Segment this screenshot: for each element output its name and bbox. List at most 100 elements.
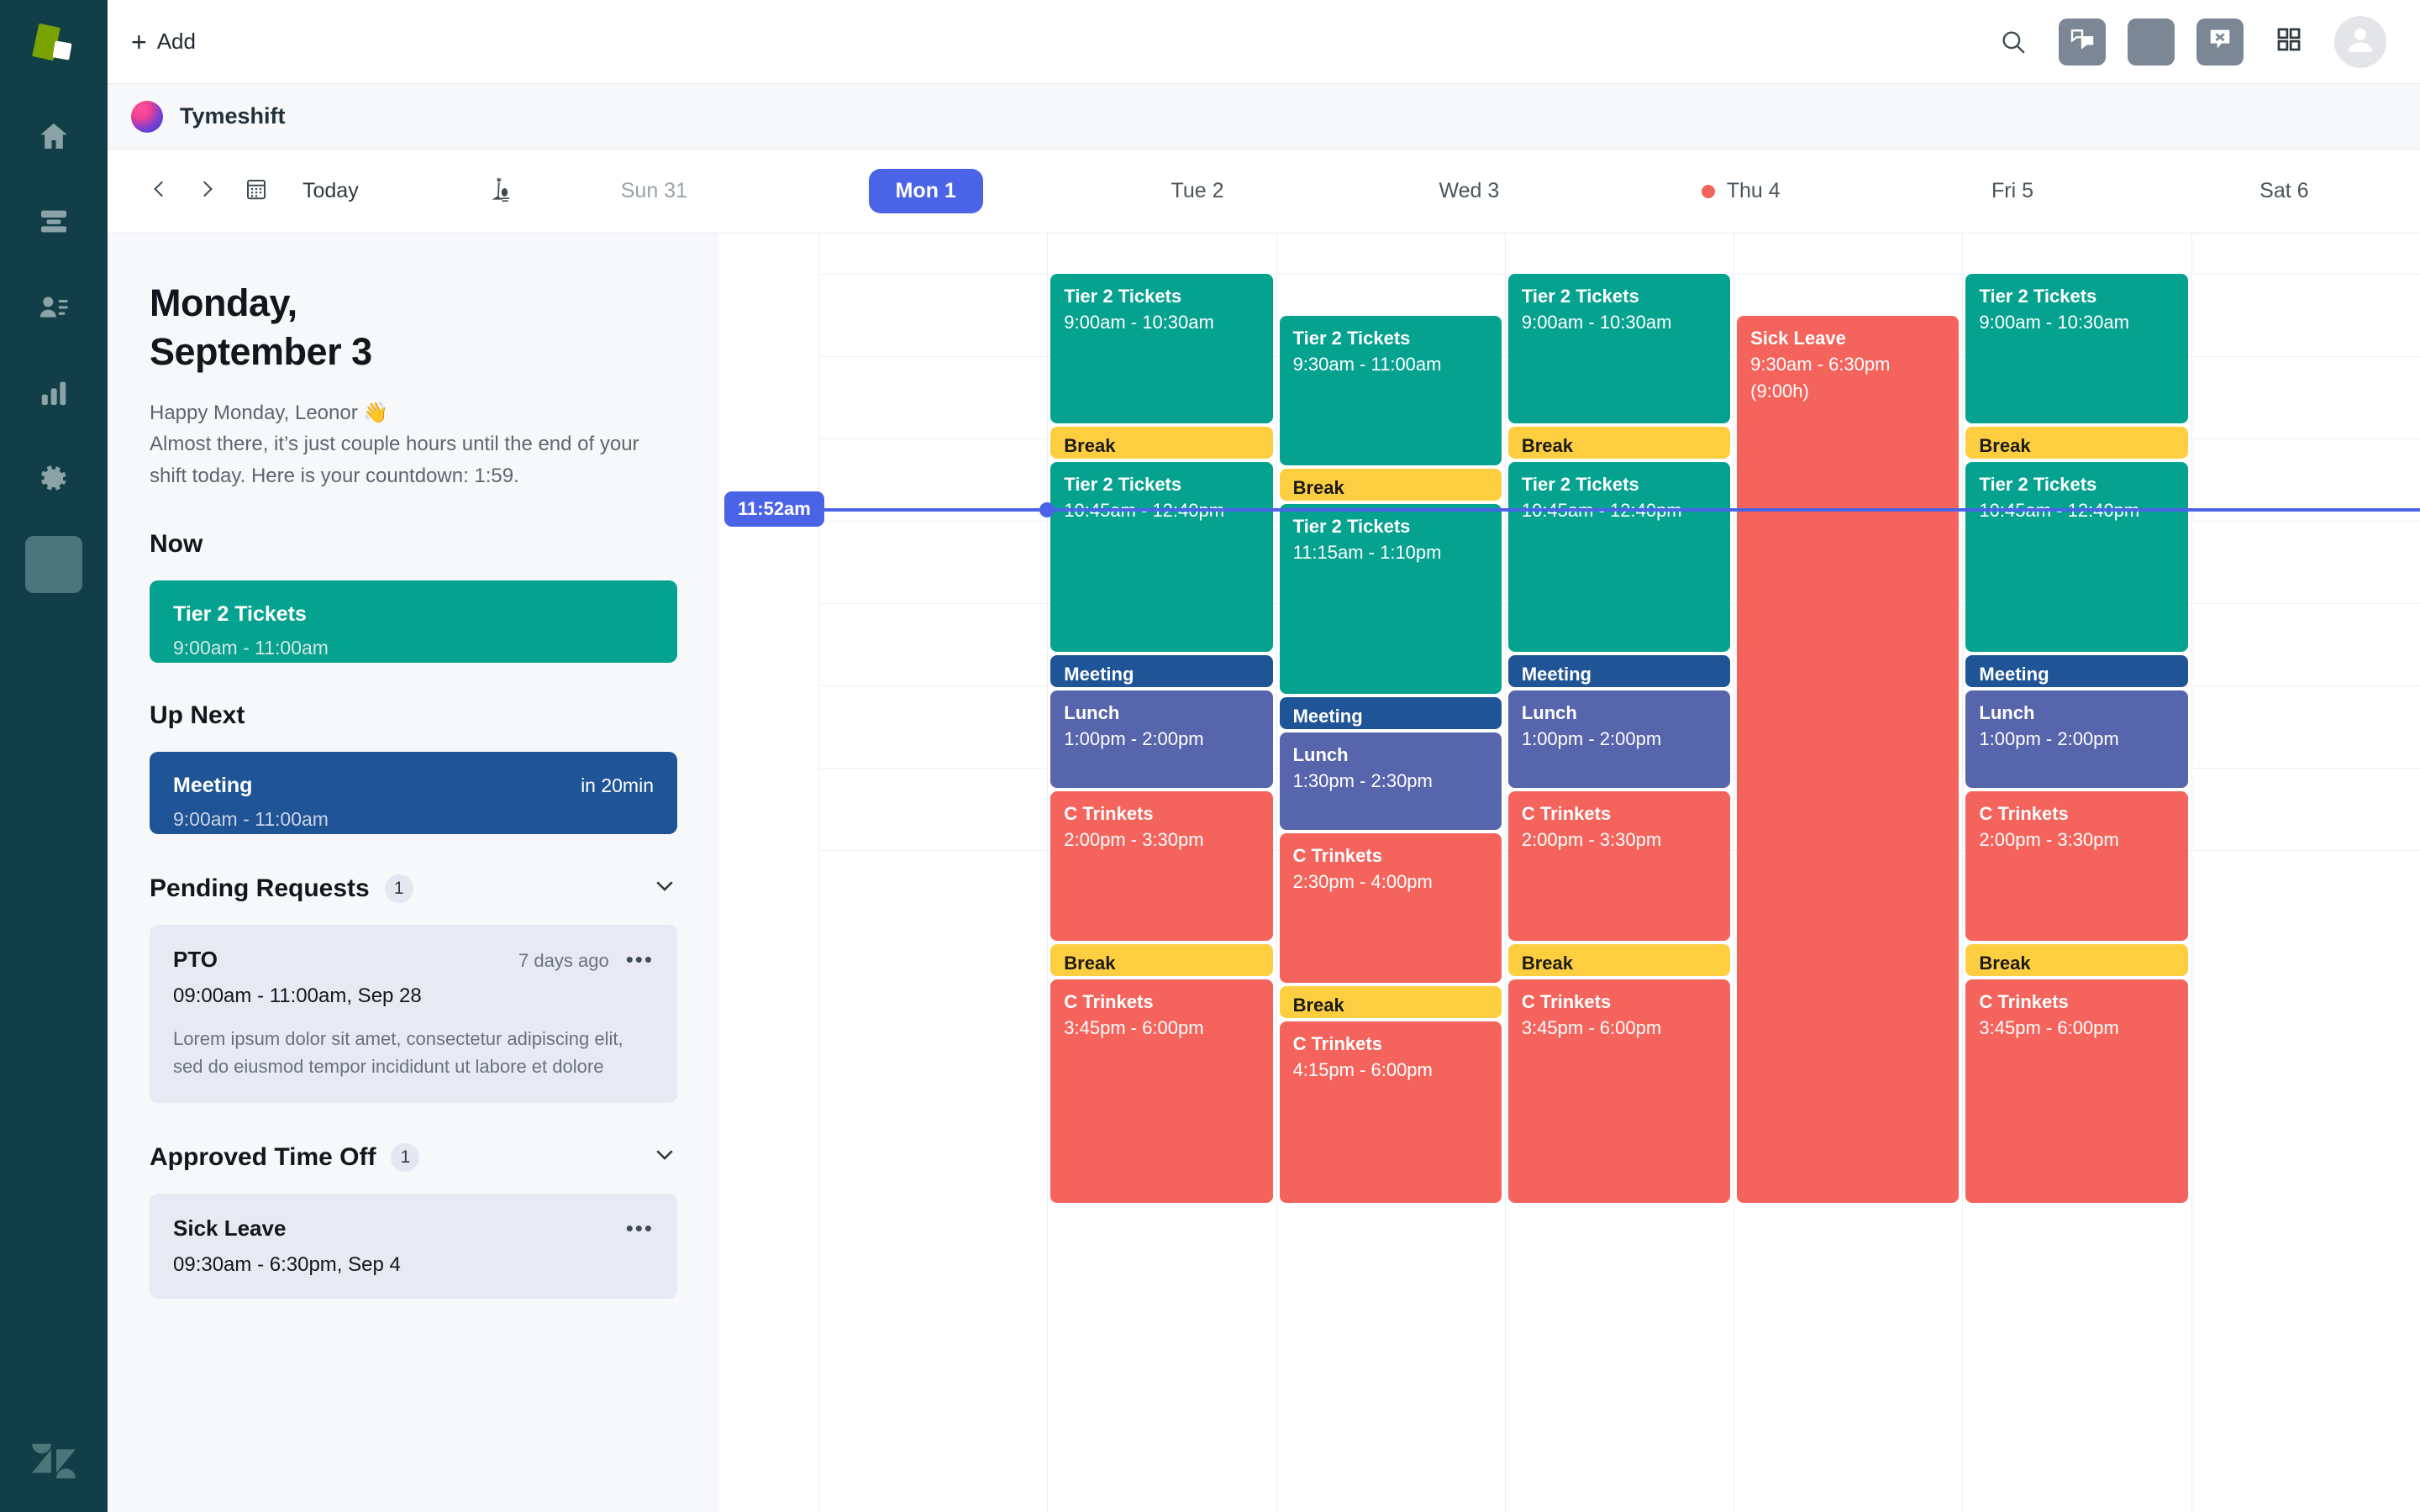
upnext-section-title: Up Next — [150, 701, 677, 730]
day-tab-wed-3[interactable]: Wed 3 — [1334, 167, 1605, 216]
calendar-event[interactable]: Break — [1050, 944, 1272, 976]
day-tab-label: Wed 3 — [1439, 179, 1499, 203]
calendar-event[interactable]: Tier 2 Tickets10:45am - 12:40pm — [1508, 462, 1730, 652]
pending-requests-header[interactable]: Pending Requests 1 — [150, 873, 677, 905]
calendar-event[interactable]: Lunch1:00pm - 2:00pm — [1050, 690, 1272, 788]
day-tab-fri-5[interactable]: Fri 5 — [1876, 167, 2148, 216]
event-title: Meeting — [1064, 664, 1259, 685]
day-tab-sat-6[interactable]: Sat 6 — [2149, 167, 2420, 216]
day-column-tue-2[interactable]: Tier 2 Tickets9:30am - 11:00amBreakTier … — [1276, 234, 1505, 1512]
add-button-label: Add — [157, 29, 196, 55]
calendar-event[interactable]: Tier 2 Tickets10:45am - 12:40pm — [1050, 462, 1272, 652]
calendar-event[interactable]: Break — [1508, 944, 1730, 976]
calendar-event[interactable]: Meeting — [1050, 655, 1272, 687]
calendar-event[interactable]: C Trinkets2:00pm - 3:30pm — [1965, 791, 2187, 941]
calendar-event[interactable]: Break — [1508, 427, 1730, 459]
event-title: Tier 2 Tickets — [1522, 286, 1717, 307]
sidebar-item-tymeshift[interactable] — [25, 536, 82, 593]
calendar-event[interactable]: Meeting — [1280, 697, 1502, 729]
calendar-event[interactable]: Tier 2 Tickets9:00am - 10:30am — [1965, 274, 2187, 423]
day-tab-tue-2[interactable]: Tue 2 — [1061, 167, 1333, 216]
pending-request-item[interactable]: PTO 7 days ago ••• 09:00am - 11:00am, Se… — [150, 925, 677, 1103]
event-title: C Trinkets — [1979, 803, 2174, 825]
calendar-event[interactable]: Break — [1050, 427, 1272, 459]
request-age: 7 days ago — [518, 950, 609, 972]
vacation-filter-button[interactable] — [481, 172, 518, 211]
calendar-event[interactable]: Lunch1:00pm - 2:00pm — [1508, 690, 1730, 788]
calendar-event[interactable]: Tier 2 Tickets11:15am - 1:10pm — [1280, 504, 1502, 694]
tymeshift-app-button[interactable] — [2128, 18, 2175, 66]
day-column-fri-5[interactable]: Tier 2 Tickets9:00am - 10:30amBreakTier … — [1962, 234, 2191, 1512]
calendar-event[interactable]: Meeting — [1508, 655, 1730, 687]
chevron-down-icon[interactable] — [652, 1142, 677, 1173]
main-area: + Add — [108, 0, 2420, 1512]
sidebar-item-reporting[interactable] — [25, 365, 82, 422]
day-column-sun-31[interactable] — [818, 234, 1047, 1512]
calendar-event[interactable]: C Trinkets3:45pm - 6:00pm — [1050, 979, 1272, 1203]
zendesk-logo-icon — [30, 22, 77, 69]
calendar-event[interactable]: Break — [1965, 427, 2187, 459]
calendar-event[interactable]: Sick Leave9:30am - 6:30pm(9:00h) — [1737, 316, 1959, 1203]
week-calendar[interactable]: 9am10am11am12pm1pm2pm3pm4pmTier 2 Ticket… — [719, 234, 2420, 1512]
approved-timeoff-item[interactable]: Sick Leave ••• 09:30am - 6:30pm, Sep 4 — [150, 1194, 677, 1299]
plus-icon: + — [131, 29, 147, 55]
request-description: Lorem ipsum dolor sit amet, consectetur … — [173, 1025, 654, 1081]
calendar-event[interactable]: C Trinkets4:15pm - 6:00pm — [1280, 1021, 1502, 1203]
day-column-thu-4[interactable]: Sick Leave9:30am - 6:30pm(9:00h) — [1733, 234, 1962, 1512]
event-title: Break — [1522, 435, 1717, 457]
calendar-icon — [244, 176, 269, 207]
search-icon[interactable] — [1990, 18, 2037, 66]
event-time: 9:30am - 11:00am — [1293, 353, 1488, 376]
calendar-event[interactable]: C Trinkets2:00pm - 3:30pm — [1050, 791, 1272, 941]
calendar-event[interactable]: C Trinkets3:45pm - 6:00pm — [1508, 979, 1730, 1203]
sidebar-item-views[interactable] — [25, 193, 82, 250]
calendar-event[interactable]: C Trinkets2:00pm - 3:30pm — [1508, 791, 1730, 941]
calendar-picker-button[interactable] — [230, 168, 282, 215]
pending-requests-title: Pending Requests — [150, 874, 370, 903]
sidebar-item-admin[interactable] — [25, 450, 82, 507]
day-column-mon-1[interactable]: Tier 2 Tickets9:00am - 10:30amBreakTier … — [1047, 234, 1276, 1512]
event-time: 9:00am - 10:30am — [1064, 311, 1259, 334]
calendar-event[interactable]: C Trinkets2:30pm - 4:00pm — [1280, 833, 1502, 983]
prev-week-button[interactable] — [136, 168, 183, 215]
calendar-event[interactable]: Lunch1:00pm - 2:00pm — [1965, 690, 2187, 788]
calendar-event[interactable]: Lunch1:30pm - 2:30pm — [1280, 732, 1502, 830]
approved-timeoff-header[interactable]: Approved Time Off 1 — [150, 1142, 677, 1173]
sidebar-item-home[interactable] — [25, 108, 82, 165]
calendar-event[interactable]: Break — [1280, 986, 1502, 1018]
calendar-event[interactable]: Break — [1965, 944, 2187, 976]
calendar-event[interactable]: Tier 2 Tickets10:45am - 12:40pm — [1965, 462, 2187, 652]
apps-grid-button[interactable] — [2265, 18, 2312, 66]
now-card[interactable]: Tier 2 Tickets 9:00am - 11:00am — [150, 580, 677, 663]
event-title: Break — [1979, 953, 2174, 974]
global-nav-rail — [0, 0, 108, 1512]
chevron-down-icon[interactable] — [652, 873, 677, 905]
talk-button[interactable] — [2059, 18, 2106, 66]
avatar[interactable] — [2334, 16, 2386, 68]
today-button[interactable]: Today — [302, 179, 359, 203]
calendar-event[interactable]: C Trinkets3:45pm - 6:00pm — [1965, 979, 2187, 1203]
sidebar-item-customers[interactable] — [25, 279, 82, 336]
day-tab-sun-31[interactable]: Sun 31 — [518, 167, 790, 216]
timeoff-type: Sick Leave — [173, 1215, 286, 1242]
next-week-button[interactable] — [183, 168, 230, 215]
day-tab-thu-4[interactable]: Thu 4 — [1605, 167, 1876, 216]
day-column-sat-6[interactable] — [2191, 234, 2420, 1512]
event-title: Meeting — [1979, 664, 2174, 685]
calendar-event[interactable]: Meeting — [1965, 655, 2187, 687]
day-tabs: Sun 31Mon 1Tue 2 Wed 3 Thu 4Fri 5Sat 6 — [518, 167, 2420, 216]
day-tab-mon-1[interactable]: Mon 1 — [790, 167, 1061, 216]
calendar-event[interactable]: Tier 2 Tickets9:00am - 10:30am — [1050, 274, 1272, 423]
upnext-card[interactable]: Meeting in 20min 9:00am - 11:00am — [150, 752, 677, 834]
day-column-wed-3[interactable]: Tier 2 Tickets9:00am - 10:30am Break Tier … — [1505, 234, 1733, 1512]
ellipsis-icon[interactable]: ••• — [626, 952, 654, 967]
event-title: Break — [1522, 953, 1717, 974]
add-button[interactable]: + Add — [131, 29, 196, 55]
request-time: 09:00am - 11:00am, Sep 28 — [173, 984, 654, 1008]
chat-offline-button[interactable] — [2196, 18, 2244, 66]
ellipsis-icon[interactable]: ••• — [626, 1221, 654, 1236]
calendar-event[interactable]: Break — [1280, 469, 1502, 501]
calendar-event[interactable]: Tier 2 Tickets9:30am - 11:00am — [1280, 316, 1502, 465]
calendar-event[interactable]: Tier 2 Tickets9:00am - 10:30am — [1508, 274, 1730, 423]
time-gutter — [719, 234, 818, 1512]
